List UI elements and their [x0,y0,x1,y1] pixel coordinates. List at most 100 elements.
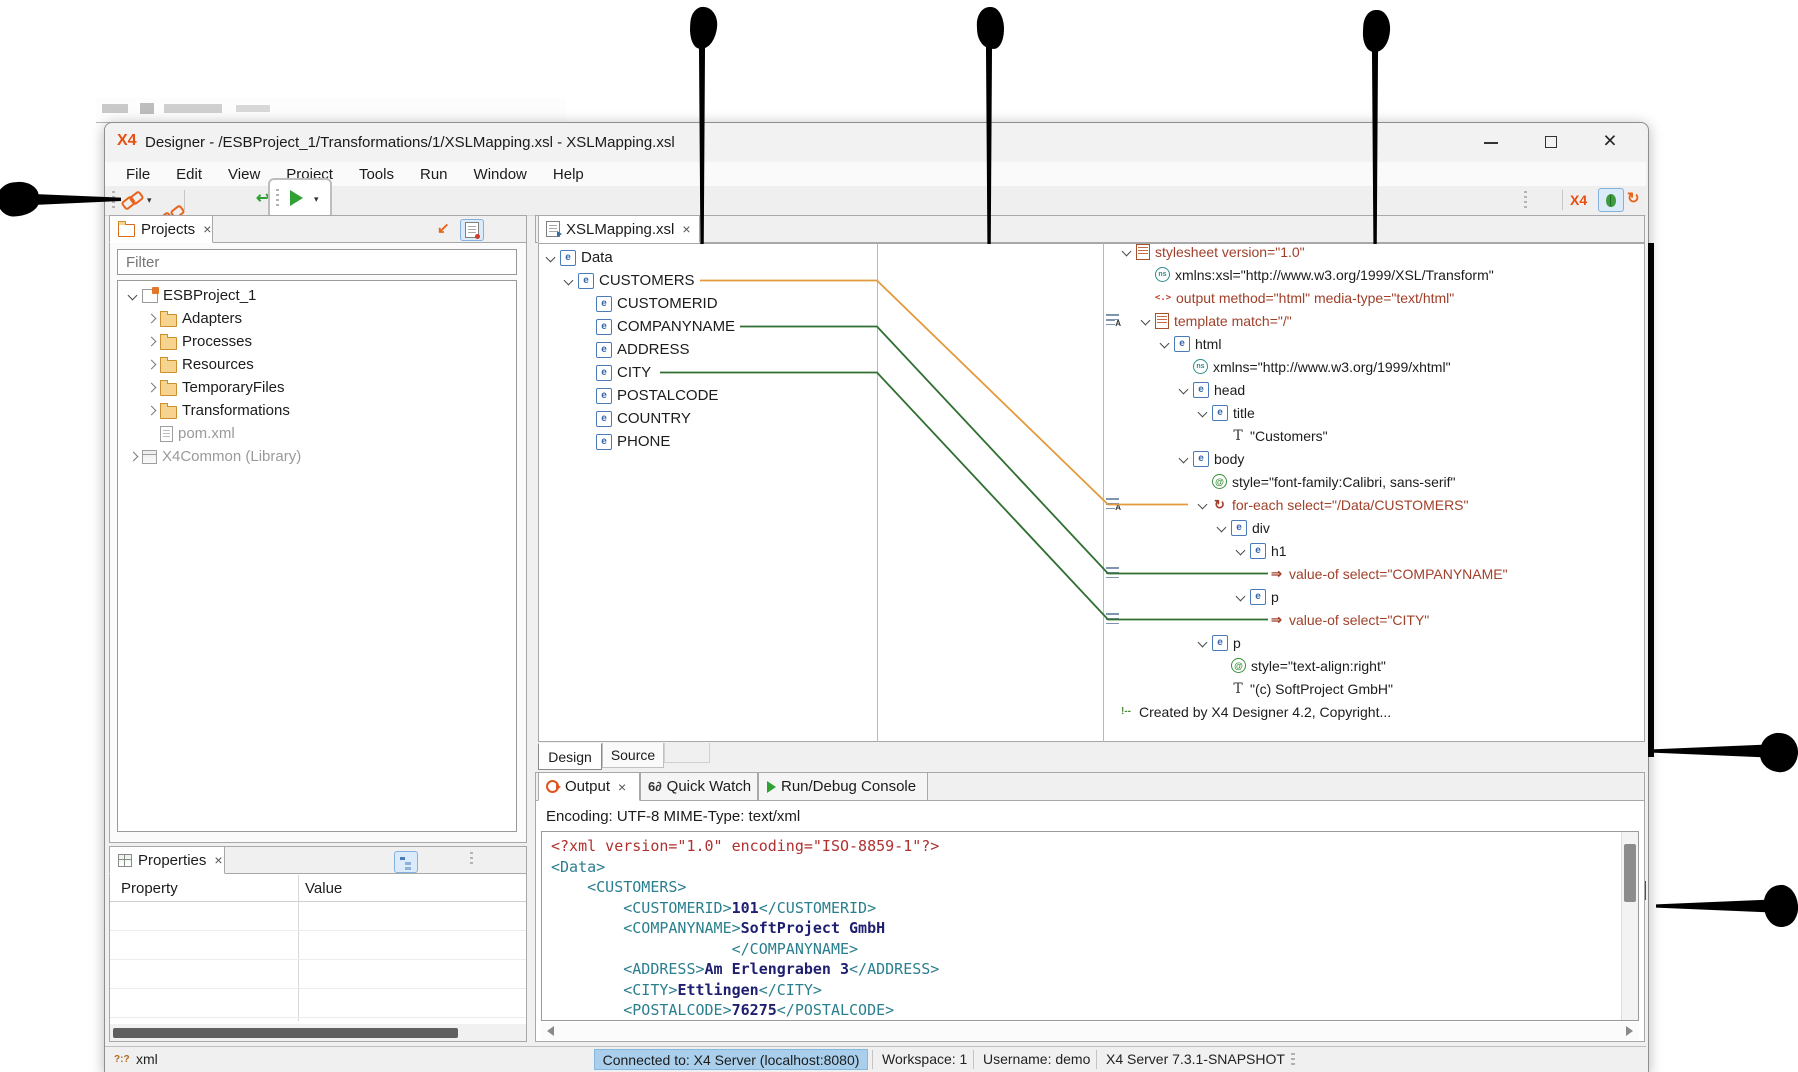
menu-window[interactable]: Window [461,166,540,183]
chevron-down-icon[interactable] [1194,635,1212,651]
properties-menu-grip[interactable] [470,852,473,866]
chevron-down-icon[interactable] [1175,451,1193,467]
link-with-editor-icon[interactable]: ↙ [437,219,450,237]
xsl-row-stylesheet[interactable]: stylesheet version="1.0" [1118,240,1305,263]
tab-output[interactable]: Output × [538,772,640,801]
xsl-row-xmlns[interactable]: ns xmlns="http://www.w3.org/1999/xhtml" [1175,355,1451,378]
menu-help[interactable]: Help [540,166,597,183]
xsl-row-customers-text[interactable]: T "Customers" [1213,424,1328,447]
mapping-left-divider[interactable] [877,243,878,742]
xsl-row-valueof-companyname[interactable]: ⇒ value-of select="COMPANYNAME" [1251,562,1508,585]
xsl-row-p2[interactable]: e p [1194,631,1241,654]
tab-properties[interactable]: Properties × [109,846,225,874]
tab-xslmapping[interactable]: XSLMapping.xsl × [538,215,700,243]
chevron-right-icon[interactable] [142,380,160,396]
src-row-country[interactable]: e COUNTRY [578,407,691,430]
tree-item-adapters[interactable]: Adapters [142,307,242,330]
column-header-property[interactable]: Property [121,880,178,897]
projects-tab-close-icon[interactable]: × [203,221,211,237]
src-row-companyname[interactable]: e COMPANYNAME [578,315,735,338]
close-button[interactable]: × [1595,125,1625,155]
link-mapping-icon[interactable] [122,192,142,207]
xml-code-box[interactable]: <?xml version="1.0" encoding="ISO-8859-1… [541,831,1639,1021]
xml-hscrollbar[interactable] [541,1022,1639,1040]
src-row-phone[interactable]: e PHONE [578,430,670,453]
xsl-row-title[interactable]: e title [1194,401,1255,424]
run-button[interactable] [290,190,303,206]
link-dropdown-icon[interactable]: ▾ [147,195,152,206]
xsl-row-output[interactable]: <.> output method="html" media-type="tex… [1137,286,1454,309]
menu-view[interactable]: View [215,166,273,183]
mapping-anchor-valueof-city[interactable] [1106,613,1119,624]
chevron-down-icon[interactable] [1156,336,1174,352]
menu-file[interactable]: File [113,166,163,183]
tree-item-temporaryfiles[interactable]: TemporaryFiles [142,376,285,399]
xsl-row-template[interactable]: template match="/" [1137,309,1292,332]
output-tab-close-icon[interactable]: × [618,779,626,795]
menu-tools[interactable]: Tools [346,166,407,183]
minimize-button[interactable] [1477,129,1505,155]
xsl-row-p1[interactable]: e p [1232,585,1279,608]
editor-tab-close-icon[interactable]: × [682,221,690,237]
tab-run-debug-console[interactable]: Run/Debug Console [758,772,928,801]
tree-item-x4common[interactable]: X4Common (Library) [124,445,301,468]
xsl-row-valueof-city[interactable]: ⇒ value-of select="CITY" [1251,608,1429,631]
tree-item-resources[interactable]: Resources [142,353,254,376]
tree-mode-selected[interactable] [394,851,418,873]
mapping-right-divider[interactable] [1103,243,1104,742]
src-row-data[interactable]: e Data [542,246,613,269]
scroll-left-icon[interactable] [547,1026,554,1036]
focus-on-active-task-icon[interactable] [460,219,484,241]
chevron-down-icon[interactable] [1118,244,1136,260]
chevron-right-icon[interactable] [124,449,142,465]
xml-vscrollbar-thumb[interactable] [1624,844,1636,902]
mapping-anchor-template[interactable]: A [1106,314,1119,325]
src-row-address[interactable]: e ADDRESS [578,338,690,361]
chevron-down-icon[interactable] [1232,589,1250,605]
menu-run[interactable]: Run [407,166,461,183]
xsl-row-body-style[interactable]: @ style="font-family:Calibri, sans-serif… [1194,470,1456,493]
xsl-row-copyright-text[interactable]: T "(c) SoftProject GmbH" [1213,677,1393,700]
chevron-down-icon[interactable] [1137,313,1155,329]
xsl-row-h1[interactable]: e h1 [1232,539,1287,562]
src-row-city[interactable]: e CITY [578,361,651,384]
projects-filter-input[interactable] [117,249,517,275]
xsl-row-html[interactable]: e html [1156,332,1221,355]
scroll-right-icon[interactable] [1626,1026,1633,1036]
column-header-value[interactable]: Value [305,880,342,897]
tab-projects[interactable]: Projects × [109,215,213,243]
menu-edit[interactable]: Edit [163,166,215,183]
refresh-icon[interactable]: ↻ [1627,189,1640,207]
chevron-right-icon[interactable] [142,403,160,419]
src-row-customerid[interactable]: e CUSTOMERID [578,292,718,315]
tab-source[interactable]: Source [602,743,664,768]
xsl-row-foreach[interactable]: ↻ for-each select="/Data/CUSTOMERS" [1194,493,1468,516]
tree-item-pomxml[interactable]: pom.xml [142,422,235,445]
tree-item-transformations[interactable]: Transformations [142,399,290,422]
chevron-right-icon[interactable] [142,357,160,373]
maximize-button[interactable] [1537,129,1565,155]
src-row-customers[interactable]: e CUSTOMERS [560,269,695,292]
xsl-row-head[interactable]: e head [1175,378,1245,401]
mapping-anchor-foreach[interactable]: A [1106,498,1119,509]
tree-item-esbproject[interactable]: ESBProject_1 [124,284,256,307]
xsl-row-body[interactable]: e body [1175,447,1244,470]
properties-column-divider[interactable] [298,875,299,1021]
chevron-down-icon[interactable] [124,288,142,304]
x4-perspective-icon[interactable]: X4 [1570,192,1587,208]
properties-tab-close-icon[interactable]: × [214,852,222,868]
chevron-right-icon[interactable] [142,311,160,327]
xsl-row-xmlns-xsl[interactable]: ns xmlns:xsl="http://www.w3.org/1999/XSL… [1137,263,1494,286]
chevron-down-icon[interactable] [1175,382,1193,398]
chevron-down-icon[interactable] [1232,543,1250,559]
chevron-right-icon[interactable] [142,334,160,350]
chevron-down-icon[interactable] [560,273,578,289]
run-dropdown-icon[interactable]: ▾ [314,194,319,205]
properties-hscrollbar-thumb[interactable] [113,1028,458,1038]
tab-design[interactable]: Design [538,743,602,770]
chevron-down-icon[interactable] [1213,520,1231,536]
chevron-down-icon[interactable] [542,250,560,266]
debug-perspective-selected[interactable] [1598,188,1624,212]
xsl-row-div[interactable]: e div [1213,516,1270,539]
chevron-down-icon[interactable] [1194,405,1212,421]
